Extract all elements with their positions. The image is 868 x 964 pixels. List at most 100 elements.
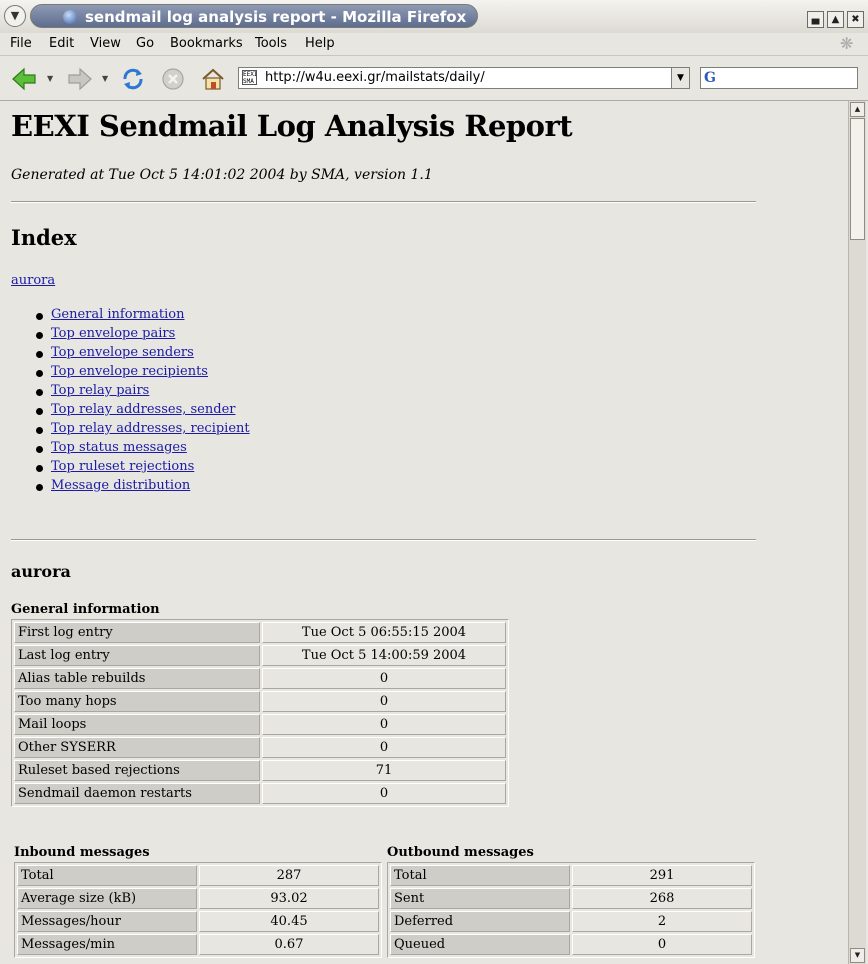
minimize-icon[interactable]: ▄: [807, 11, 824, 28]
table-cell-value: 0: [262, 783, 506, 804]
list-item: Top relay addresses, recipient: [36, 421, 250, 440]
index-link-top-envelope-pairs[interactable]: Top envelope pairs: [51, 326, 175, 341]
table-cell-label: Total: [17, 865, 197, 886]
menu-help[interactable]: Help: [305, 36, 335, 51]
host-link-aurora[interactable]: aurora: [11, 273, 55, 288]
table-cell-label: Average size (kB): [17, 888, 197, 909]
index-heading: Index: [11, 225, 77, 250]
table-cell-label: Mail loops: [14, 714, 260, 735]
window-menu-button[interactable]: ▼: [4, 5, 26, 27]
menu-tools[interactable]: Tools: [255, 36, 287, 51]
table-row: Total 287: [17, 865, 379, 886]
table-row: Queued 0: [390, 934, 752, 955]
outbound-messages-table: Total 291 Sent 268 Deferred 2 Queued 0: [387, 862, 755, 958]
menu-bar: File Edit View Go Bookmarks Tools Help ❋: [0, 33, 868, 56]
menu-edit[interactable]: Edit: [49, 36, 74, 51]
menu-file[interactable]: File: [10, 36, 32, 51]
table-row: Mail loops 0: [14, 714, 506, 735]
forward-history-dropdown-icon[interactable]: ▼: [102, 74, 108, 83]
table-cell-label: Too many hops: [14, 691, 260, 712]
index-link-message-distribution[interactable]: Message distribution: [51, 478, 190, 493]
title-pill: sendmail log analysis report - Mozilla F…: [30, 4, 478, 28]
table-cell-label: Sent: [390, 888, 570, 909]
menu-go[interactable]: Go: [136, 36, 154, 51]
list-item: Top relay pairs: [36, 383, 250, 402]
table-row: Messages/min 0.67: [17, 934, 379, 955]
host-section-title: aurora: [11, 562, 71, 581]
index-link-top-ruleset-rejections[interactable]: Top ruleset rejections: [51, 459, 194, 474]
menu-bookmarks[interactable]: Bookmarks: [170, 36, 243, 51]
search-box[interactable]: G: [700, 67, 858, 89]
index-link-top-relay-pairs[interactable]: Top relay pairs: [51, 383, 149, 398]
index-link-general-information[interactable]: General information: [51, 307, 184, 322]
maximize-icon[interactable]: ▲: [827, 11, 844, 28]
table-row: Total 291: [390, 865, 752, 886]
window-controls: ▄ ▲ ✖: [804, 7, 864, 28]
index-link-top-relay-addresses-recipient[interactable]: Top relay addresses, recipient: [51, 421, 250, 436]
reload-icon[interactable]: [120, 66, 146, 92]
index-link-top-relay-addresses-sender[interactable]: Top relay addresses, sender: [51, 402, 235, 417]
scroll-down-icon[interactable]: ▼: [850, 948, 865, 963]
scrollbar-thumb[interactable]: [850, 118, 865, 240]
index-list: General information Top envelope pairs T…: [36, 307, 250, 497]
table-cell-label: Total: [390, 865, 570, 886]
inbound-messages-caption: Inbound messages: [14, 845, 150, 860]
table-cell-value: 0: [572, 934, 752, 955]
list-item: Top envelope recipients: [36, 364, 250, 383]
table-cell-label: Last log entry: [14, 645, 260, 666]
list-item: Top envelope pairs: [36, 326, 250, 345]
table-row: Average size (kB) 93.02: [17, 888, 379, 909]
vertical-scrollbar[interactable]: ▲ ▼: [848, 101, 866, 964]
table-row: Too many hops 0: [14, 691, 506, 712]
table-cell-value: 0.67: [199, 934, 379, 955]
page-title: EEXI Sendmail Log Analysis Report: [11, 109, 573, 143]
index-link-top-envelope-senders[interactable]: Top envelope senders: [51, 345, 194, 360]
google-search-engine-icon[interactable]: G: [704, 70, 716, 86]
table-cell-label: First log entry: [14, 622, 260, 643]
table-cell-label: Deferred: [390, 911, 570, 932]
table-row: Sendmail daemon restarts 0: [14, 783, 506, 804]
table-cell-value: 291: [572, 865, 752, 886]
address-bar[interactable]: EEXI SMA http://w4u.eexi.gr/mailstats/da…: [238, 67, 690, 89]
table-cell-value: 0: [262, 737, 506, 758]
table-cell-label: Queued: [390, 934, 570, 955]
table-cell-value: 0: [262, 668, 506, 689]
close-icon[interactable]: ✖: [847, 11, 864, 28]
table-cell-value: 40.45: [199, 911, 379, 932]
list-item: Top relay addresses, sender: [36, 402, 250, 421]
menu-view[interactable]: View: [90, 36, 121, 51]
index-link-top-envelope-recipients[interactable]: Top envelope recipients: [51, 364, 208, 379]
generated-timestamp: Generated at Tue Oct 5 14:01:02 2004 by …: [11, 167, 433, 183]
window-title: sendmail log analysis report - Mozilla F…: [85, 8, 467, 26]
inbound-messages-table: Total 287 Average size (kB) 93.02 Messages…: [14, 862, 382, 958]
list-item: Top status messages: [36, 440, 250, 459]
table-row: Alias table rebuilds 0: [14, 668, 506, 689]
firefox-globe-icon: [63, 10, 77, 24]
page-content: EEXI Sendmail Log Analysis Report Genera…: [0, 101, 848, 964]
back-arrow-icon[interactable]: [11, 66, 37, 92]
table-row: Other SYSERR 0: [14, 737, 506, 758]
index-link-top-status-messages[interactable]: Top status messages: [51, 440, 187, 455]
table-cell-value: Tue Oct 5 14:00:59 2004: [262, 645, 506, 666]
table-cell-label: Ruleset based rejections: [14, 760, 260, 781]
outbound-messages-caption: Outbound messages: [387, 845, 534, 860]
navigation-toolbar: ▼ ▼ EEXI SMA http://w4u.eexi.gr/mailstat…: [0, 56, 868, 101]
scroll-up-icon[interactable]: ▲: [850, 102, 865, 117]
table-cell-value: 71: [262, 760, 506, 781]
table-cell-label: Messages/min: [17, 934, 197, 955]
divider: [11, 539, 756, 541]
forward-arrow-icon[interactable]: [67, 66, 93, 92]
table-cell-value: 0: [262, 714, 506, 735]
address-input[interactable]: http://w4u.eexi.gr/mailstats/daily/: [265, 70, 485, 85]
list-item: Top envelope senders: [36, 345, 250, 364]
table-cell-value: 93.02: [199, 888, 379, 909]
table-row: Sent 268: [390, 888, 752, 909]
home-icon[interactable]: [200, 66, 226, 92]
stop-icon[interactable]: [160, 66, 186, 92]
back-history-dropdown-icon[interactable]: ▼: [47, 74, 53, 83]
divider: [11, 201, 756, 203]
table-row: Messages/hour 40.45: [17, 911, 379, 932]
table-cell-value: 287: [199, 865, 379, 886]
window-titlebar[interactable]: ▼ sendmail log analysis report - Mozilla…: [0, 0, 868, 34]
address-dropdown-icon[interactable]: ▼: [671, 68, 689, 88]
